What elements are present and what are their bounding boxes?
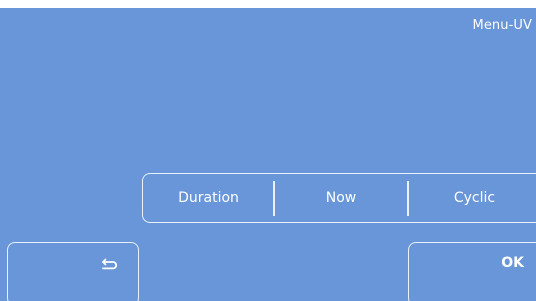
back-button[interactable] (7, 242, 139, 301)
ok-label: OK (501, 255, 524, 271)
top-strip (0, 0, 536, 8)
mode-selector: Duration Now Cyclic (142, 173, 536, 223)
segment-divider (407, 181, 409, 216)
now-option[interactable]: Now (274, 174, 408, 222)
ok-button[interactable]: OK (408, 242, 536, 301)
page-title: Menu-UV (472, 18, 532, 33)
back-return-icon (100, 257, 118, 271)
segment-divider (273, 181, 275, 216)
uv-menu-screen: Menu-UV Duration Now Cyclic OK (0, 0, 536, 301)
duration-option[interactable]: Duration (143, 174, 274, 222)
cyclic-option[interactable]: Cyclic (408, 174, 536, 222)
